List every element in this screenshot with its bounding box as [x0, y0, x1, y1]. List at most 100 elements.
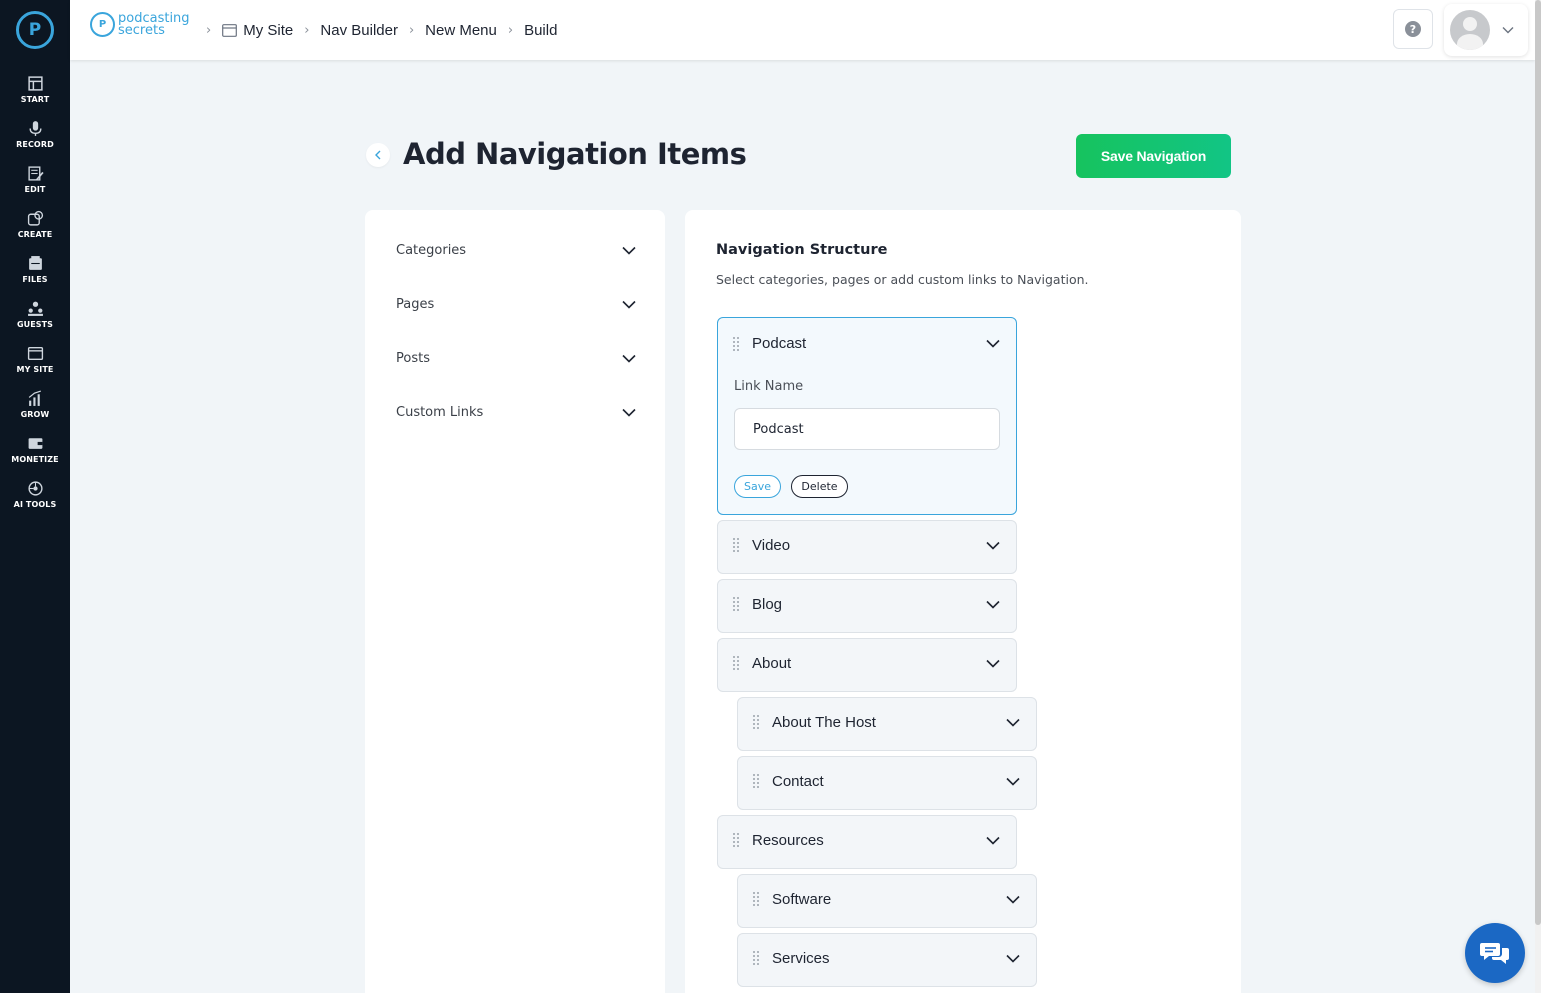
- nav-item-label: Software: [772, 891, 832, 908]
- chevron-down-icon: [622, 246, 636, 255]
- chevron-right-icon: ›: [206, 22, 212, 38]
- breadcrumb-build: Build: [524, 21, 558, 39]
- brand-line-2: secrets: [118, 22, 165, 38]
- chevron-down-icon[interactable]: [986, 541, 1000, 550]
- nav-item-expanded: Podcast Link Name Save Delete: [717, 317, 1017, 515]
- files-icon: [28, 256, 42, 270]
- monetize-icon: [28, 438, 42, 449]
- accordion-posts[interactable]: Posts: [396, 346, 636, 370]
- edit-icon: [27, 166, 44, 181]
- chevron-down-icon[interactable]: [986, 339, 1000, 348]
- chevron-left-icon: [375, 150, 381, 160]
- section-subtitle: Select categories, pages or add custom l…: [716, 272, 1089, 287]
- ai-tools-icon: [27, 481, 43, 496]
- link-name-label: Link Name: [734, 379, 804, 394]
- drag-handle-icon[interactable]: [733, 656, 739, 670]
- sidebar-item-monetize[interactable]: MONETIZE: [0, 435, 70, 475]
- accordion-label: Custom Links: [396, 404, 484, 420]
- sidebar-item-ai-tools[interactable]: AI TOOLS: [0, 480, 70, 520]
- sidebar-item-label: RECORD: [16, 140, 54, 149]
- top-header: P podcasting secrets › My Site › Nav Bui…: [70, 0, 1535, 60]
- delete-item-button[interactable]: Delete: [791, 475, 848, 498]
- accordion-label: Posts: [396, 350, 430, 366]
- chevron-down-icon: [622, 408, 636, 417]
- drag-handle-icon[interactable]: [753, 774, 759, 788]
- chevron-down-icon[interactable]: [1006, 895, 1020, 904]
- save-navigation-button[interactable]: Save Navigation: [1076, 134, 1231, 178]
- nav-item-services[interactable]: Services: [737, 933, 1037, 987]
- breadcrumb-new-menu[interactable]: New Menu: [425, 22, 497, 39]
- drag-handle-icon[interactable]: [733, 538, 739, 552]
- drag-handle-icon[interactable]: [753, 951, 759, 965]
- brand-mark-icon: P: [90, 12, 115, 37]
- chevron-down-icon[interactable]: [986, 659, 1000, 668]
- sidebar-item-label: EDIT: [24, 185, 46, 194]
- sidebar-item-grow[interactable]: GROW: [0, 390, 70, 430]
- nav-item-label: Contact: [772, 773, 824, 790]
- breadcrumb: › My Site › Nav Builder › New Menu › Bui…: [206, 20, 557, 40]
- sidebar-item-my-site[interactable]: MY SITE: [0, 345, 70, 385]
- scrollbar-thumb[interactable]: [1535, 0, 1541, 925]
- chevron-down-icon: [622, 300, 636, 309]
- chevron-down-icon[interactable]: [1006, 777, 1020, 786]
- drag-handle-icon[interactable]: [753, 892, 759, 906]
- sidebar-item-label: MONETIZE: [11, 455, 59, 464]
- sidebar-item-files[interactable]: FILES: [0, 255, 70, 295]
- save-item-button[interactable]: Save: [734, 475, 781, 498]
- chat-button[interactable]: [1465, 923, 1525, 983]
- section-title: Navigation Structure: [716, 242, 888, 258]
- breadcrumb-my-site[interactable]: My Site: [222, 22, 293, 39]
- back-button[interactable]: [366, 143, 390, 167]
- nav-item-label: Video: [752, 537, 791, 554]
- accordion-categories[interactable]: Categories: [396, 238, 636, 262]
- nav-item-software[interactable]: Software: [737, 874, 1037, 928]
- nav-item-label: About: [752, 655, 792, 672]
- sidebar-item-start[interactable]: START: [0, 75, 70, 115]
- sidebar-item-label: START: [20, 95, 50, 104]
- sidebar-item-label: MY SITE: [16, 365, 54, 374]
- start-icon: [27, 76, 43, 91]
- grow-icon: [28, 390, 41, 406]
- mic-icon: [28, 121, 42, 136]
- nav-item-label: Resources: [752, 832, 824, 849]
- breadcrumb-nav-builder[interactable]: Nav Builder: [320, 22, 398, 39]
- chevron-down-icon[interactable]: [1006, 718, 1020, 727]
- chat-icon: [1480, 943, 1509, 964]
- nav-item-resources[interactable]: Resources: [717, 815, 1017, 869]
- nav-item-video[interactable]: Video: [717, 520, 1017, 574]
- drag-handle-icon[interactable]: [733, 833, 739, 847]
- sidebar-item-record[interactable]: RECORD: [0, 120, 70, 160]
- sidebar: P START RECORD EDIT CREATE FILES GUESTS …: [0, 0, 70, 993]
- sidebar-item-label: FILES: [22, 275, 48, 284]
- chevron-down-icon[interactable]: [986, 600, 1000, 609]
- chevron-down-icon[interactable]: [1006, 954, 1020, 963]
- help-button[interactable]: ?: [1393, 9, 1433, 49]
- accordion-label: Categories: [396, 242, 467, 258]
- drag-handle-icon[interactable]: [733, 337, 739, 351]
- sidebar-item-label: GUESTS: [16, 320, 54, 329]
- breadcrumb-label: My Site: [243, 21, 294, 39]
- accordion-custom-links[interactable]: Custom Links: [396, 400, 636, 424]
- chevron-down-icon[interactable]: [986, 836, 1000, 845]
- nav-item-about[interactable]: About: [717, 638, 1017, 692]
- brand-logo[interactable]: P podcasting secrets: [90, 12, 190, 37]
- nav-item-contact[interactable]: Contact: [737, 756, 1037, 810]
- nav-item-about-the-host[interactable]: About The Host: [737, 697, 1037, 751]
- drag-handle-icon[interactable]: [753, 715, 759, 729]
- sidebar-item-edit[interactable]: EDIT: [0, 165, 70, 205]
- accordion-pages[interactable]: Pages: [396, 292, 636, 316]
- link-name-input[interactable]: [734, 408, 1000, 450]
- nav-item-label: About The Host: [772, 714, 876, 731]
- nav-item-label: Podcast: [752, 335, 807, 352]
- drag-handle-icon[interactable]: [733, 597, 739, 611]
- sidebar-item-label: CREATE: [17, 230, 53, 239]
- sidebar-item-label: GROW: [20, 410, 50, 419]
- page-scrollbar[interactable]: [1535, 0, 1541, 993]
- profile-menu[interactable]: [1444, 4, 1528, 56]
- app-logo-icon[interactable]: P: [16, 11, 54, 49]
- chevron-right-icon: ›: [408, 22, 415, 38]
- sidebar-item-guests[interactable]: GUESTS: [0, 300, 70, 340]
- sidebar-item-create[interactable]: CREATE: [0, 210, 70, 250]
- guests-icon: [27, 301, 43, 316]
- nav-item-blog[interactable]: Blog: [717, 579, 1017, 633]
